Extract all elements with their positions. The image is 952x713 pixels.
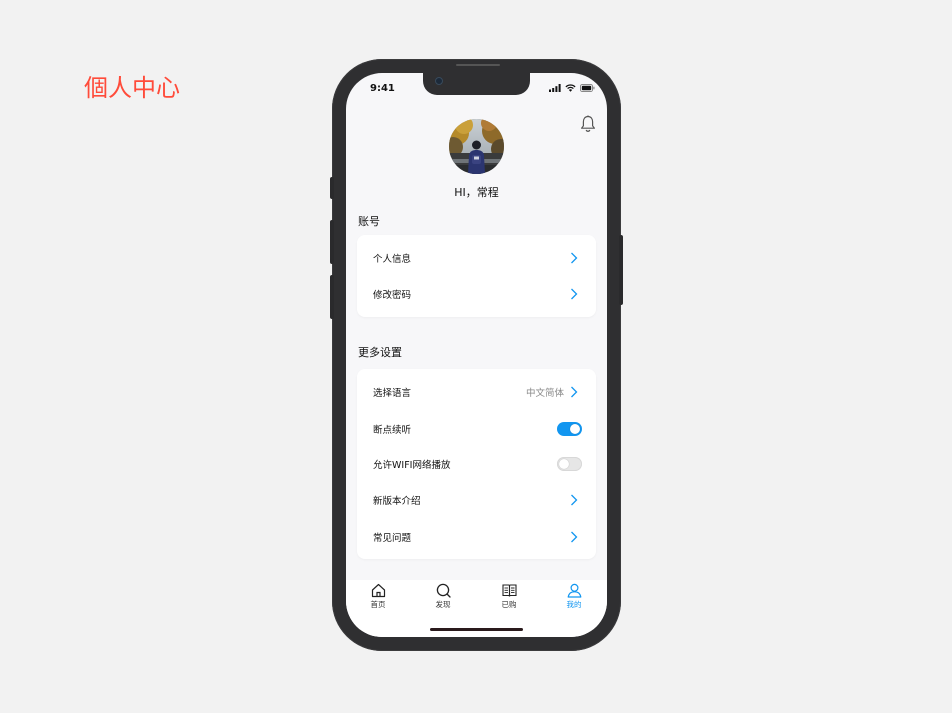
account-card: 个人信息 修改密码 bbox=[357, 235, 596, 317]
chevron-right-icon bbox=[571, 531, 578, 543]
row-personal-info[interactable]: 个人信息 bbox=[357, 240, 596, 276]
row-label: 个人信息 bbox=[373, 254, 412, 265]
wifi-icon bbox=[565, 84, 576, 92]
row-wifi-playback: 允许WIFI网络播放 bbox=[357, 446, 596, 482]
speaker-grille bbox=[456, 64, 500, 66]
greeting-text: HI，常程 bbox=[454, 186, 499, 199]
avatar-photo bbox=[449, 119, 504, 174]
status-time: 9:41 bbox=[370, 83, 395, 94]
tab-label: 首页 bbox=[370, 600, 386, 609]
home-icon bbox=[371, 583, 385, 598]
status-icons bbox=[549, 84, 595, 92]
avatar[interactable] bbox=[449, 119, 504, 174]
power-button bbox=[619, 235, 623, 305]
resume-playback-toggle[interactable] bbox=[557, 422, 582, 436]
account-section-title: 账号 bbox=[358, 215, 380, 228]
row-label: 常见问题 bbox=[373, 533, 412, 544]
silent-switch bbox=[330, 177, 334, 199]
battery-icon bbox=[580, 84, 595, 92]
tab-purchased[interactable]: 已购 bbox=[484, 583, 534, 617]
row-resume-playback: 断点续听 bbox=[357, 411, 596, 447]
toggle-knob bbox=[559, 459, 569, 469]
row-label: 修改密码 bbox=[373, 290, 412, 301]
phone-frame: 9:41 HI，常程 账号 个人信息 修改密码 更多设置 选择语言 中文简体 断… bbox=[330, 59, 623, 651]
bell-icon[interactable] bbox=[580, 115, 596, 133]
phone-screen: 9:41 HI，常程 账号 个人信息 修改密码 更多设置 选择语言 中文简体 断… bbox=[346, 73, 607, 637]
volume-up-button bbox=[330, 220, 334, 264]
tab-mine[interactable]: 我的 bbox=[549, 583, 599, 617]
row-new-version[interactable]: 新版本介绍 bbox=[357, 482, 596, 518]
row-label: 新版本介绍 bbox=[373, 496, 421, 507]
tab-label: 已购 bbox=[501, 600, 517, 609]
toggle-knob bbox=[570, 424, 580, 434]
row-change-password[interactable]: 修改密码 bbox=[357, 276, 596, 312]
tab-label: 发现 bbox=[435, 600, 451, 609]
chevron-right-icon bbox=[571, 386, 578, 398]
search-icon bbox=[436, 583, 451, 598]
tab-label: 我的 bbox=[566, 600, 582, 609]
page-heading: 個人中心 bbox=[84, 74, 180, 102]
settings-section-title: 更多设置 bbox=[358, 346, 402, 359]
wifi-playback-toggle[interactable] bbox=[557, 457, 582, 471]
language-value: 中文简体 bbox=[525, 388, 564, 399]
chevron-right-icon bbox=[571, 252, 578, 264]
book-icon bbox=[501, 584, 517, 597]
tab-home[interactable]: 首页 bbox=[353, 583, 403, 617]
row-select-language[interactable]: 选择语言 中文简体 bbox=[357, 374, 596, 410]
chevron-right-icon bbox=[571, 494, 578, 506]
row-label: 选择语言 bbox=[373, 388, 412, 399]
volume-down-button bbox=[330, 275, 334, 319]
row-label: 允许WIFI网络播放 bbox=[373, 460, 451, 471]
signal-icon bbox=[549, 84, 561, 92]
row-label: 断点续听 bbox=[373, 425, 412, 436]
page: 個人中心 9:41 HI，常程 账号 个人信息 修改密码 更多设置 选择语言 中… bbox=[0, 0, 952, 713]
user-icon bbox=[567, 583, 581, 598]
status-bar: 9:41 bbox=[346, 73, 607, 103]
settings-card: 选择语言 中文简体 断点续听 允许WIFI网络播放 新版本介绍 常见问题 bbox=[357, 369, 596, 559]
row-faq[interactable]: 常见问题 bbox=[357, 519, 596, 555]
home-indicator[interactable] bbox=[430, 628, 523, 631]
chevron-right-icon bbox=[571, 288, 578, 300]
tab-discover[interactable]: 发现 bbox=[418, 583, 468, 617]
